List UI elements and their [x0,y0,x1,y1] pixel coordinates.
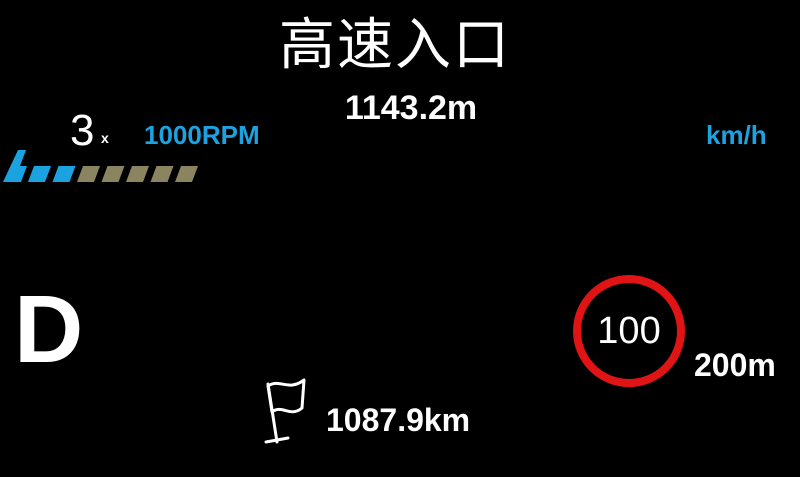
speed-limit-distance: 200m [694,347,776,383]
rpm-segment [77,166,100,182]
gear-suffix: x [101,130,109,146]
rpm-segment [3,150,27,182]
speed-limit-sign: 100 [573,275,685,387]
drive-mode: D [14,276,84,383]
destination-distance: 1143.2m [344,89,478,127]
rpm-segment [52,166,76,182]
remaining-distance: 1087.9km [326,402,471,438]
rpm-segment [101,166,125,182]
destination-name: 高速入口 [279,13,511,78]
rpm-segment [175,166,198,182]
speed-limit-value: 100 [597,310,661,352]
speed-unit: km/h [706,120,767,150]
flag-icon [264,378,306,444]
rpm-bar [3,150,198,182]
rpm-segment [126,166,149,182]
rpm-segment [28,166,51,182]
rpm-segment [150,166,174,182]
